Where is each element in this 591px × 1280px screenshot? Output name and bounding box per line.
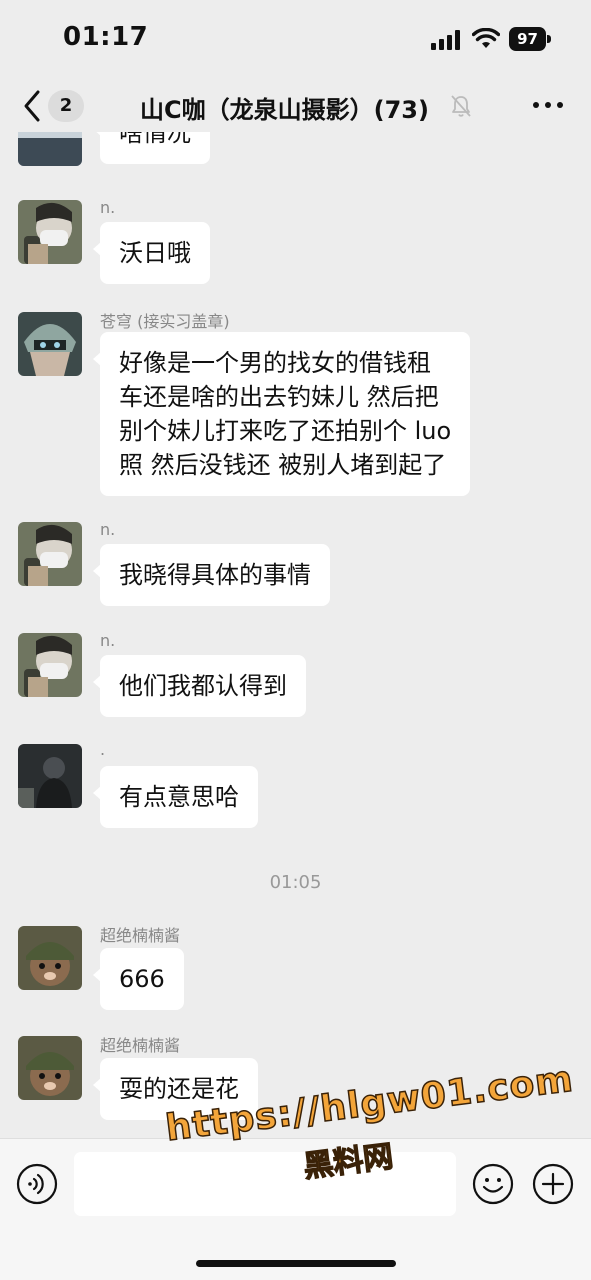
plus-icon[interactable] [532,1163,574,1205]
sender-name: 超绝楠楠酱 [100,926,181,945]
message-bubble[interactable]: 他们我都认得到 [93,655,306,717]
battery-indicator: 97 [509,27,551,51]
avatar-mask-person[interactable] [18,522,82,586]
avatar-landscape[interactable] [18,132,82,166]
voice-input-icon[interactable] [16,1163,58,1205]
unread-count-badge[interactable]: 2 [48,90,84,122]
avatar-mask-person[interactable] [18,633,82,697]
more-options-icon[interactable] [530,90,566,120]
sender-name: . [100,740,106,759]
status-bar: 01:17 97 [0,0,591,80]
home-indicator [196,1260,396,1267]
message-bubble[interactable]: 有点意思哈 [93,766,258,828]
sender-name: 苍穹 (接实习盖章) [100,312,230,331]
battery-tip [547,35,551,43]
sender-name: n. [100,198,116,217]
avatar-helmet-mole[interactable] [18,1036,82,1100]
message-list[interactable]: 啥情况 n. 沃日哦 苍穹 (接实习盖章) 好像是一个男的找女的借钱租 车还是啥… [0,132,591,1138]
message-bubble[interactable]: 耍的还是花 [93,1058,258,1120]
message-bubble[interactable]: 我晓得具体的事情 [93,544,330,606]
wifi-icon [472,28,500,48]
message-line: 车还是啥的出去钓妹儿 然后把 [119,383,439,411]
message-line: 别个妹儿打来吃了还拍别个 luo [119,417,452,445]
message-bubble[interactable]: 啥情况 [93,132,210,164]
chat-header: 2 山C咖（龙泉山摄影）(73) [0,80,591,132]
time-divider: 01:05 [269,872,322,893]
message-bubble[interactable]: 好像是一个男的找女的借钱租 车还是啥的出去钓妹儿 然后把 别个妹儿打来吃了还拍别… [92,332,471,496]
muted-bell-icon [451,95,471,117]
avatar-mask-person[interactable] [18,200,82,264]
input-bar [0,1138,591,1280]
sender-name: 超绝楠楠酱 [100,1036,181,1055]
emoji-icon[interactable] [472,1163,514,1205]
message-bubble[interactable]: 666 [93,948,184,1010]
back-chevron-icon[interactable] [20,88,44,124]
sender-name: n. [100,631,116,650]
avatar-dark-figure[interactable] [18,744,82,808]
message-line: 好像是一个男的找女的借钱租 [119,349,431,377]
avatar-anime-helmet[interactable] [18,312,82,376]
message-line: 照 然后没钱还 被别人堵到起了 [119,451,447,479]
avatar-helmet-mole[interactable] [18,926,82,990]
message-input[interactable] [74,1152,456,1216]
cellular-signal-icon [431,30,460,50]
message-bubble[interactable]: 沃日哦 [93,222,210,284]
sender-name: n. [100,520,116,539]
battery-level: 97 [509,27,546,51]
chat-title: 山C咖（龙泉山摄影）(73) [140,96,429,124]
status-time: 01:17 [63,22,149,52]
